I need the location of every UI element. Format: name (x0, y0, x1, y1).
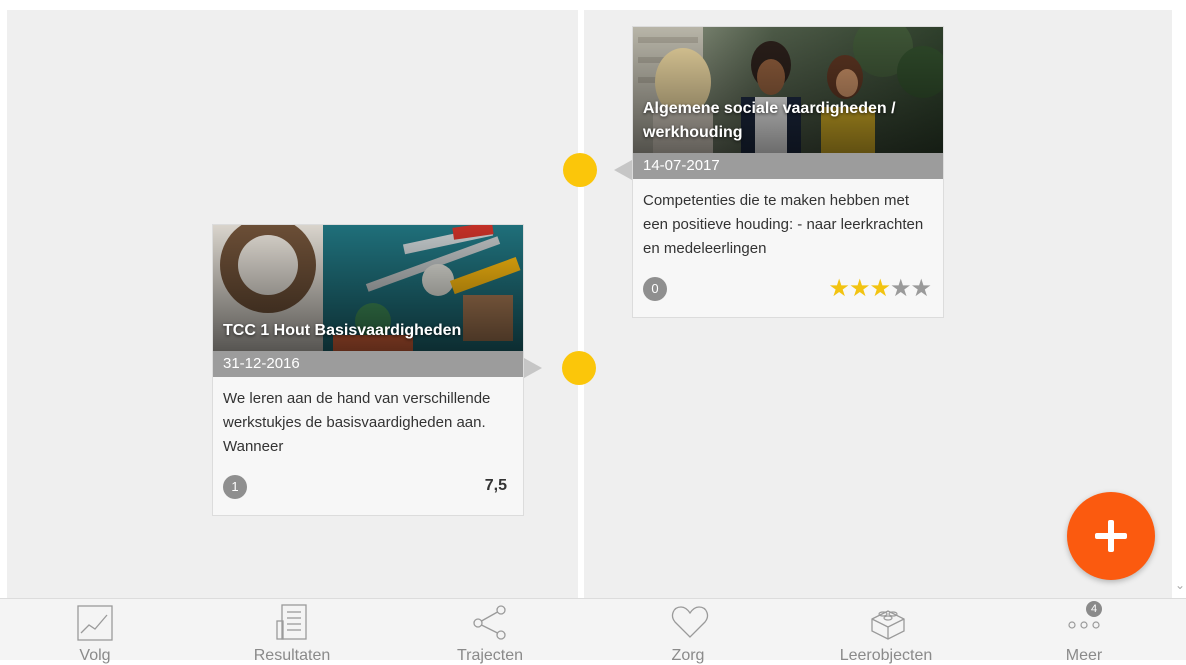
rating-stars: ★★★★★ (828, 274, 932, 303)
nav-label: Volg (79, 647, 111, 664)
add-button[interactable] (1067, 492, 1155, 580)
bottom-navigation: Volg Resultaten Trajecten Zorg Leerobjec… (0, 598, 1186, 664)
timeline-dot-2 (562, 351, 596, 385)
nav-label: Trajecten (456, 647, 524, 664)
card-date: 31-12-2016 (213, 351, 523, 377)
comment-count-badge: 0 (643, 277, 667, 301)
nav-item-leerobjecten[interactable]: Leerobjecten (826, 599, 946, 664)
card-image-tools: TCC 1 Hout Basisvaardigheden (213, 225, 523, 351)
heart-icon (671, 606, 709, 638)
notification-badge: 4 (1086, 601, 1102, 617)
share-icon (473, 605, 506, 640)
nav-label: Leerobjecten (839, 647, 933, 664)
timeline-dot-1 (563, 153, 597, 187)
card-title: TCC 1 Hout Basisvaardigheden (223, 322, 462, 339)
star-filled-icon: ★ (828, 275, 849, 302)
card-pointer-2 (524, 358, 542, 378)
nav-item-trajecten[interactable]: Trajecten (430, 599, 550, 664)
nav-item-resultaten[interactable]: Resultaten (232, 599, 352, 664)
nav-item-zorg[interactable]: Zorg (628, 599, 748, 664)
chart-icon (77, 605, 113, 641)
card-description: We leren aan de hand van verschillende w… (223, 390, 491, 455)
star-filled-icon: ★ (869, 275, 890, 302)
comment-count-badge: 1 (223, 475, 247, 499)
nav-label: Resultaten (253, 647, 331, 664)
nav-label: Zorg (671, 647, 705, 664)
star-empty-icon: ★ (889, 275, 911, 302)
card-description: Competenties die te maken hebben met een… (643, 192, 924, 257)
nav-item-meer[interactable]: 4 Meer (1024, 599, 1144, 664)
document-icon (276, 604, 307, 640)
timeline-line (578, 10, 584, 598)
timeline-card-social-skills[interactable]: Algemene sociale vaardigheden / werkhoud… (632, 26, 944, 318)
timeline-canvas: Algemene sociale vaardigheden / werkhoud… (7, 10, 1172, 598)
nav-label: Meer (1065, 647, 1103, 664)
timeline-card-wood-basics[interactable]: TCC 1 Hout Basisvaardigheden 31-12-2016 … (212, 224, 524, 516)
star-filled-icon: ★ (848, 275, 870, 302)
card-score: 7,5 (484, 477, 507, 494)
building-block-icon (871, 610, 905, 640)
card-date: 14-07-2017 (633, 153, 943, 179)
scroll-down-icon[interactable]: ⌄ (1175, 578, 1185, 592)
card-pointer-1 (614, 160, 632, 180)
card-image-students: Algemene sociale vaardigheden / werkhoud… (633, 27, 943, 153)
nav-item-volg[interactable]: Volg (35, 599, 155, 664)
card-title: Algemene sociale vaardigheden / werkhoud… (643, 100, 896, 141)
star-empty-icon: ★ (910, 275, 931, 302)
